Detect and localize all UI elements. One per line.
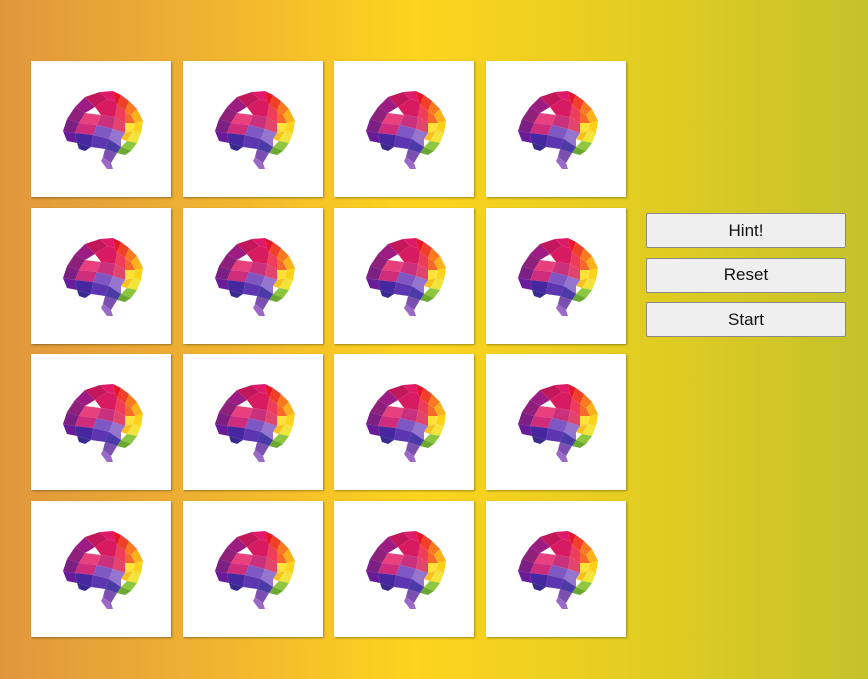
memory-card[interactable] xyxy=(485,207,626,344)
polygonal-rainbow-brain-icon xyxy=(510,382,602,462)
memory-card[interactable] xyxy=(334,61,474,197)
polygonal-rainbow-brain-icon xyxy=(55,236,147,316)
memory-card[interactable] xyxy=(334,207,474,344)
memory-card[interactable] xyxy=(485,61,626,197)
memory-card[interactable] xyxy=(334,354,474,490)
memory-card[interactable] xyxy=(31,500,171,637)
polygonal-rainbow-brain-icon xyxy=(55,89,147,169)
polygonal-rainbow-brain-icon xyxy=(207,382,299,462)
memory-card[interactable] xyxy=(182,500,323,637)
polygonal-rainbow-brain-icon xyxy=(358,382,450,462)
memory-card[interactable] xyxy=(31,61,171,197)
start-button[interactable]: Start xyxy=(646,302,846,337)
hint-button[interactable]: Hint! xyxy=(646,213,846,248)
polygonal-rainbow-brain-icon xyxy=(358,529,450,609)
memory-card[interactable] xyxy=(31,207,171,344)
polygonal-rainbow-brain-icon xyxy=(510,89,602,169)
memory-card[interactable] xyxy=(182,207,323,344)
polygonal-rainbow-brain-icon xyxy=(358,89,450,169)
polygonal-rainbow-brain-icon xyxy=(510,529,602,609)
polygonal-rainbow-brain-icon xyxy=(207,529,299,609)
memory-card[interactable] xyxy=(334,500,474,637)
polygonal-rainbow-brain-icon xyxy=(207,236,299,316)
memory-card-grid xyxy=(31,61,626,637)
memory-card[interactable] xyxy=(31,354,171,490)
polygonal-rainbow-brain-icon xyxy=(358,236,450,316)
memory-card[interactable] xyxy=(182,354,323,490)
reset-button[interactable]: Reset xyxy=(646,257,846,293)
polygonal-rainbow-brain-icon xyxy=(55,529,147,609)
game-controls: Hint! Reset Start xyxy=(646,213,846,337)
memory-card[interactable] xyxy=(182,61,323,197)
memory-card[interactable] xyxy=(485,354,626,490)
polygonal-rainbow-brain-icon xyxy=(510,236,602,316)
memory-card[interactable] xyxy=(485,500,626,637)
polygonal-rainbow-brain-icon xyxy=(55,382,147,462)
polygonal-rainbow-brain-icon xyxy=(207,89,299,169)
